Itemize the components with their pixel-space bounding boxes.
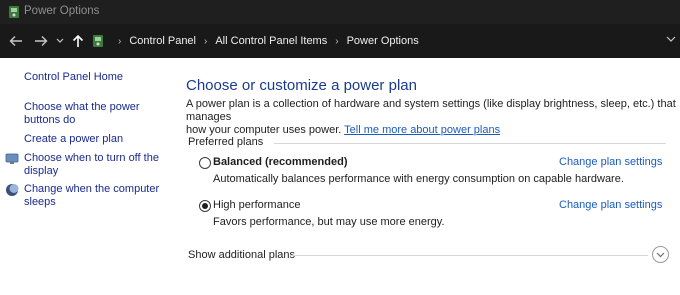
link-line: sleeps (24, 196, 56, 208)
high-performance-plan-name[interactable]: High performance (213, 199, 300, 211)
link-line: Choose what the power (24, 101, 140, 113)
display-icon (5, 153, 19, 164)
address-dropdown-icon[interactable] (666, 35, 676, 43)
section-divider (274, 143, 666, 144)
link-line: Change when the computer (24, 183, 160, 195)
forward-button[interactable] (32, 32, 50, 50)
learn-more-link[interactable]: Tell me more about power plans (344, 124, 500, 136)
link-line: display (24, 165, 59, 177)
chevron-down-icon (56, 38, 64, 43)
turn-off-display-link[interactable]: Choose when to turn off the display (24, 152, 159, 178)
breadcrumb-all-items[interactable]: All Control Panel Items (215, 35, 327, 47)
balanced-plan-radio[interactable] (199, 157, 211, 169)
chevron-right-icon[interactable]: › (335, 36, 338, 47)
breadcrumb-power-options[interactable]: Power Options (347, 35, 419, 47)
computer-sleeps-link[interactable]: Change when the computer sleeps (24, 183, 159, 209)
up-button[interactable] (69, 32, 87, 50)
show-additional-plans-label[interactable]: Show additional plans (188, 249, 295, 261)
arrow-up-icon (72, 34, 84, 47)
title-bar: Power Options (0, 0, 680, 24)
high-performance-plan-radio[interactable] (199, 200, 211, 212)
balanced-plan-description: Automatically balances performance with … (213, 173, 624, 185)
main-content: Choose or customize a power plan A power… (186, 58, 680, 295)
power-options-app-icon (9, 6, 19, 18)
power-buttons-link[interactable]: Choose what the power buttons do (24, 101, 140, 127)
page-description: A power plan is a collection of hardware… (186, 98, 676, 137)
arrow-left-icon (9, 36, 22, 46)
high-performance-change-settings-link[interactable]: Change plan settings (559, 199, 662, 211)
high-performance-plan-description: Favors performance, but may use more ene… (213, 216, 445, 228)
moon-sleep-icon (6, 184, 19, 196)
recent-locations-button[interactable] (54, 32, 66, 50)
chevron-down-icon (656, 252, 665, 257)
chevron-right-icon[interactable]: › (118, 36, 121, 47)
link-line: buttons do (24, 114, 76, 126)
chevron-right-icon[interactable]: › (204, 36, 207, 47)
arrow-right-icon (35, 36, 48, 46)
window-title: Power Options (24, 5, 100, 17)
back-button[interactable] (7, 32, 25, 50)
control-panel-home-link[interactable]: Control Panel Home (24, 71, 123, 84)
link-line: Choose when to turn off the (24, 152, 159, 164)
description-text: how your computer uses power. (186, 124, 342, 136)
description-text: A power plan is a collection of hardware… (186, 98, 676, 123)
create-power-plan-link[interactable]: Create a power plan (24, 133, 123, 146)
control-panel-icon (93, 35, 103, 47)
balanced-change-settings-link[interactable]: Change plan settings (559, 156, 662, 168)
breadcrumb: › Control Panel › All Control Panel Item… (90, 24, 419, 58)
expand-additional-plans-button[interactable] (652, 246, 669, 263)
section-divider (290, 255, 648, 256)
left-task-pane: Control Panel Home Choose what the power… (0, 58, 178, 295)
page-title: Choose or customize a power plan (186, 77, 417, 94)
balanced-plan-name[interactable]: Balanced (recommended) (213, 156, 347, 168)
breadcrumb-control-panel[interactable]: Control Panel (129, 35, 196, 47)
preferred-plans-label: Preferred plans (188, 136, 264, 148)
address-bar: › Control Panel › All Control Panel Item… (0, 24, 680, 58)
